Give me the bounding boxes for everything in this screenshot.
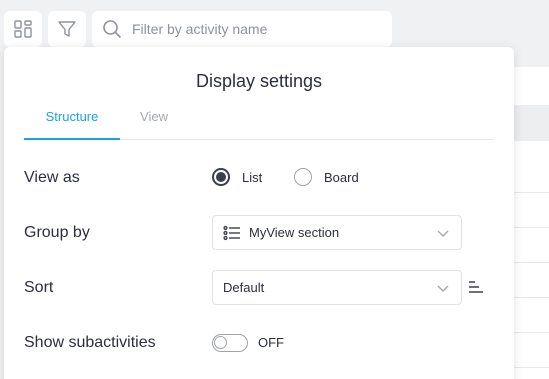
search-box[interactable]: [92, 11, 392, 47]
list-divider: [514, 332, 549, 333]
search-input[interactable]: [132, 21, 372, 37]
tab-structure[interactable]: Structure: [24, 107, 120, 140]
toggle-state-label: OFF: [258, 335, 284, 350]
list-divider: [514, 227, 549, 228]
subactivities-toggle[interactable]: [212, 334, 248, 352]
tab-view[interactable]: View: [120, 107, 188, 140]
background-list: [514, 67, 549, 379]
toggle-knob: [214, 336, 227, 349]
layout-grid-button[interactable]: [4, 11, 42, 47]
sort-direction-button[interactable]: [468, 280, 484, 299]
sort-lines-icon: [469, 281, 483, 293]
list-divider: [514, 367, 549, 368]
group-by-select[interactable]: MyView section: [212, 215, 462, 250]
view-as-label: View as: [24, 169, 80, 186]
list-header: [514, 105, 549, 141]
radio-circle: [212, 168, 230, 186]
chevron-down-icon: [437, 285, 449, 292]
tab-bar: Structure View: [24, 107, 494, 140]
filter-icon: [58, 21, 76, 37]
display-settings-panel: Display settings Structure View View as …: [4, 47, 514, 379]
chevron-down-icon: [437, 230, 449, 237]
list-icon: [223, 225, 240, 240]
radio-label: List: [242, 169, 263, 185]
group-by-value: MyView section: [249, 225, 340, 240]
radio-circle: [294, 168, 312, 186]
list-divider: [514, 192, 549, 193]
view-as-board-radio[interactable]: Board: [294, 168, 359, 186]
sort-label: Sort: [24, 279, 54, 296]
grid-icon: [14, 20, 32, 38]
sort-value: Default: [223, 280, 265, 295]
group-by-label: Group by: [24, 224, 90, 241]
radio-label: Board: [324, 169, 359, 185]
search-icon: [103, 20, 122, 39]
view-as-list-radio[interactable]: List: [212, 168, 262, 186]
show-subactivities-label: Show subactivities: [24, 334, 156, 351]
panel-title: Display settings: [195, 71, 323, 91]
filter-button[interactable]: [48, 11, 86, 47]
list-divider: [514, 297, 549, 298]
sort-select[interactable]: Default: [212, 270, 462, 305]
list-divider: [514, 262, 549, 263]
